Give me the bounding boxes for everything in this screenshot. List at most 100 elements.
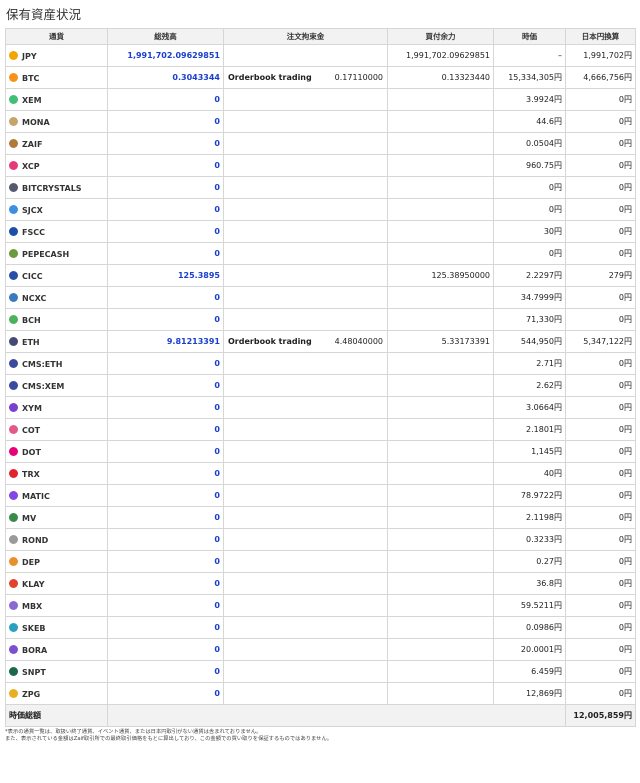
order-cell: [223, 660, 388, 683]
rond-icon: [9, 534, 18, 544]
currency-symbol: BCH: [22, 315, 41, 325]
table-row: XEM 0 3.9924円 0円: [5, 88, 636, 111]
table-row: FSCC 0 30円 0円: [5, 220, 636, 243]
currency-symbol: DOT: [22, 447, 41, 457]
order-cell: [223, 220, 388, 243]
cicc-icon: [9, 270, 18, 280]
currency-cell: ZPG: [5, 682, 108, 705]
total-value: 12,005,859円: [565, 704, 636, 727]
currency-cell: MBX: [5, 594, 108, 617]
jpy-value-cell: 0円: [565, 220, 636, 243]
currency-symbol: KLAY: [22, 579, 45, 589]
order-cell: [223, 616, 388, 639]
order-cell: [223, 506, 388, 529]
buying-power-cell: 1,991,702.09629851: [387, 44, 494, 67]
col-market-price: 時価: [493, 28, 566, 45]
currency-cell: BTC: [5, 66, 108, 89]
price-cell: 0.27円: [493, 550, 566, 573]
balance-cell: 0: [107, 572, 224, 595]
jpy-value-cell: 0円: [565, 242, 636, 265]
balance-cell: 0: [107, 132, 224, 155]
table-row: MBX 0 59.5211円 0円: [5, 594, 636, 617]
ethereum-icon: [9, 336, 18, 346]
bora-icon: [9, 644, 18, 654]
currency-cell: KLAY: [5, 572, 108, 595]
order-cell: [223, 462, 388, 485]
price-cell: 0.3233円: [493, 528, 566, 551]
balance-cell: 0: [107, 242, 224, 265]
polkadot-icon: [9, 446, 18, 456]
table-row: BCH 0 71,330円 0円: [5, 308, 636, 331]
order-cell: [223, 352, 388, 375]
jpy-value-cell: 0円: [565, 594, 636, 617]
currency-cell: SNPT: [5, 660, 108, 683]
currency-symbol: ZPG: [22, 689, 41, 699]
buying-power-cell: [387, 682, 494, 705]
balance-cell: 0: [107, 528, 224, 551]
mona-icon: [9, 116, 18, 126]
buying-power-cell: [387, 110, 494, 133]
balance-cell: 0: [107, 352, 224, 375]
zaif-icon: [9, 138, 18, 148]
order-cell: Orderbook trading 4.48040000: [223, 330, 388, 353]
price-cell: 2.1198円: [493, 506, 566, 529]
currency-symbol: MV: [22, 513, 37, 523]
buying-power-cell: [387, 462, 494, 485]
table-row: MATIC 0 78.9722円 0円: [5, 484, 636, 507]
jpy-value-cell: 279円: [565, 264, 636, 287]
currency-symbol: XCP: [22, 161, 40, 171]
balance-cell: 0: [107, 550, 224, 573]
currency-cell: XYM: [5, 396, 108, 419]
total-row: 時価総額 12,005,859円: [5, 704, 636, 727]
order-amount: 4.48040000: [334, 337, 383, 346]
order-type-label: Orderbook trading: [228, 337, 312, 346]
currency-symbol: FSCC: [22, 227, 45, 237]
pepecash-icon: [9, 248, 18, 258]
buying-power-cell: [387, 418, 494, 441]
price-cell: 544,950円: [493, 330, 566, 353]
price-cell: –: [493, 44, 566, 67]
balance-cell: 0: [107, 660, 224, 683]
balance-cell: 0: [107, 374, 224, 397]
balance-cell: 0: [107, 220, 224, 243]
currency-symbol: CICC: [22, 271, 43, 281]
jpy-value-cell: 4,666,756円: [565, 66, 636, 89]
balance-cell: 0: [107, 682, 224, 705]
table-row: COT 0 2.1801円 0円: [5, 418, 636, 441]
jpy-value-cell: 0円: [565, 176, 636, 199]
table-row: XYM 0 3.0664円 0円: [5, 396, 636, 419]
order-cell: [223, 396, 388, 419]
currency-cell: PEPECASH: [5, 242, 108, 265]
table-row: SNPT 0 6.459円 0円: [5, 660, 636, 683]
table-row: ROND 0 0.3233円 0円: [5, 528, 636, 551]
table-row: ZPG 0 12,869円 0円: [5, 682, 636, 705]
table-row: ETH 9.81213391 Orderbook trading 4.48040000…: [5, 330, 636, 353]
footnotes: *表示の通貨一覧は、取扱い終了通貨、イベント通貨、または日本円取引がない通貨は含…: [5, 729, 635, 743]
balance-cell: 125.3895: [107, 264, 224, 287]
balance-cell: 0: [107, 440, 224, 463]
skeb-icon: [9, 622, 18, 632]
price-cell: 0.0504円: [493, 132, 566, 155]
col-currency: 通貨: [5, 28, 108, 45]
klaytn-icon: [9, 578, 18, 588]
buying-power-cell: [387, 286, 494, 309]
cot-icon: [9, 424, 18, 434]
balance-cell: 0.3043344: [107, 66, 224, 89]
currency-cell: SJCX: [5, 198, 108, 221]
order-cell: [223, 198, 388, 221]
tron-icon: [9, 468, 18, 478]
currency-cell: MATIC: [5, 484, 108, 507]
order-cell: [223, 176, 388, 199]
buying-power-cell: [387, 396, 494, 419]
jpy-value-cell: 0円: [565, 352, 636, 375]
price-cell: 3.0664円: [493, 396, 566, 419]
price-cell: 0円: [493, 176, 566, 199]
jpy-value-cell: 0円: [565, 198, 636, 221]
balance-cell: 0: [107, 506, 224, 529]
order-cell: [223, 264, 388, 287]
balance-cell: 0: [107, 198, 224, 221]
price-cell: 0円: [493, 198, 566, 221]
buying-power-cell: [387, 550, 494, 573]
currency-cell: CMS:XEM: [5, 374, 108, 397]
currency-cell: NCXC: [5, 286, 108, 309]
